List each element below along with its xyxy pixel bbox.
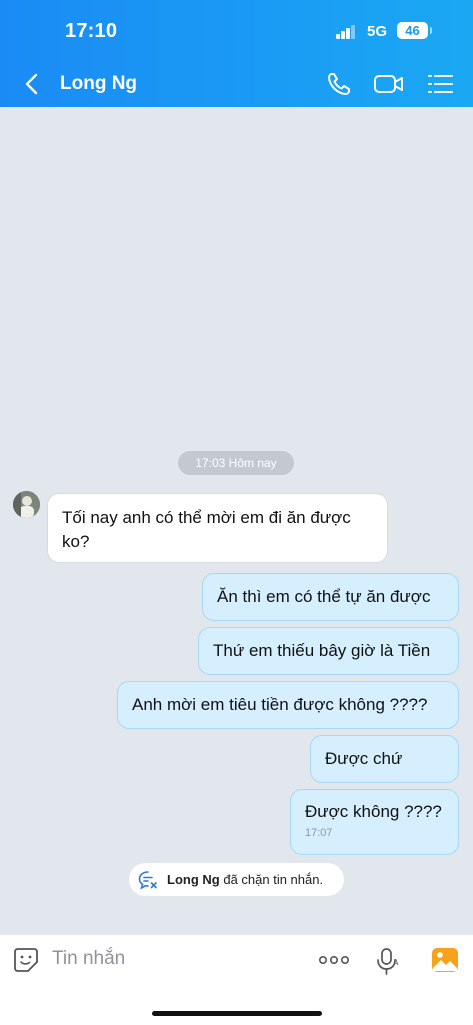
contact-name[interactable]: Long Ng: [60, 73, 137, 95]
date-separator: 17:03 Hôm nay: [178, 451, 294, 475]
status-time: 17:10: [65, 20, 118, 42]
message-text: Ăn thì em có thể tự ăn được: [217, 587, 431, 606]
message-bubble-outgoing[interactable]: Anh mời em tiêu tiền được không ????: [117, 681, 459, 729]
network-type: 5G: [367, 23, 388, 40]
battery-tip: [430, 27, 432, 34]
composer-bar: Tin nhắn A: [0, 934, 473, 1025]
sticker-button[interactable]: [12, 946, 40, 974]
avatar[interactable]: [13, 491, 40, 518]
message-bubble-outgoing[interactable]: Được chứ ????: [310, 735, 459, 814]
message-text: Thứ em thiếu bây giờ là Tiền: [213, 641, 431, 660]
video-call-button[interactable]: [373, 69, 405, 99]
sticker-icon: [14, 948, 38, 972]
chat-block-icon: [138, 871, 157, 890]
message-input[interactable]: Tin nhắn: [52, 948, 125, 970]
image-button[interactable]: [431, 947, 459, 973]
message-text: Anh mời em tiêu tiền được không ????: [132, 695, 428, 714]
microphone-icon: A: [377, 948, 399, 975]
block-text: đã chặn tin nhắn.: [223, 872, 324, 887]
video-camera-icon: [374, 75, 403, 93]
svg-text:A: A: [393, 958, 399, 967]
voice-button[interactable]: A: [374, 946, 400, 976]
phone-icon: [328, 73, 350, 95]
chevron-left-icon: [25, 73, 38, 95]
menu-button[interactable]: [426, 69, 456, 99]
chat-header: 17:10 5G 46 Long Ng: [0, 0, 473, 107]
blocker-name: Long Ng: [167, 872, 220, 887]
list-icon: [428, 75, 453, 93]
message-text: Tối nay anh có thể mời em đi ăn được ko?: [62, 508, 351, 551]
message-bubble-outgoing[interactable]: Ăn thì em có thể tự ăn được: [202, 573, 459, 621]
message-bubble-outgoing[interactable]: Được không ???? 17:07: [290, 789, 459, 855]
more-dots-icon: [318, 955, 349, 965]
message-bubble-outgoing[interactable]: Thứ em thiếu bây giờ là Tiền: [198, 627, 459, 675]
more-button[interactable]: [318, 953, 350, 967]
home-indicator[interactable]: [152, 1011, 322, 1016]
call-button[interactable]: [324, 69, 354, 99]
image-icon: [432, 948, 458, 972]
block-notice: Long Ng đã chặn tin nhắn.: [129, 863, 344, 896]
back-button[interactable]: [20, 70, 44, 98]
message-text: Được không ????: [305, 802, 442, 821]
message-time: 17:07: [305, 827, 333, 839]
battery-level: 46: [397, 22, 428, 39]
message-bubble-incoming[interactable]: Tối nay anh có thể mời em đi ăn được ko?: [47, 493, 388, 563]
avatar-image: [13, 491, 40, 518]
signal-icon: [336, 25, 358, 39]
message-list[interactable]: 17:03 Hôm nay Tối nay anh có thể mời em …: [0, 107, 473, 934]
